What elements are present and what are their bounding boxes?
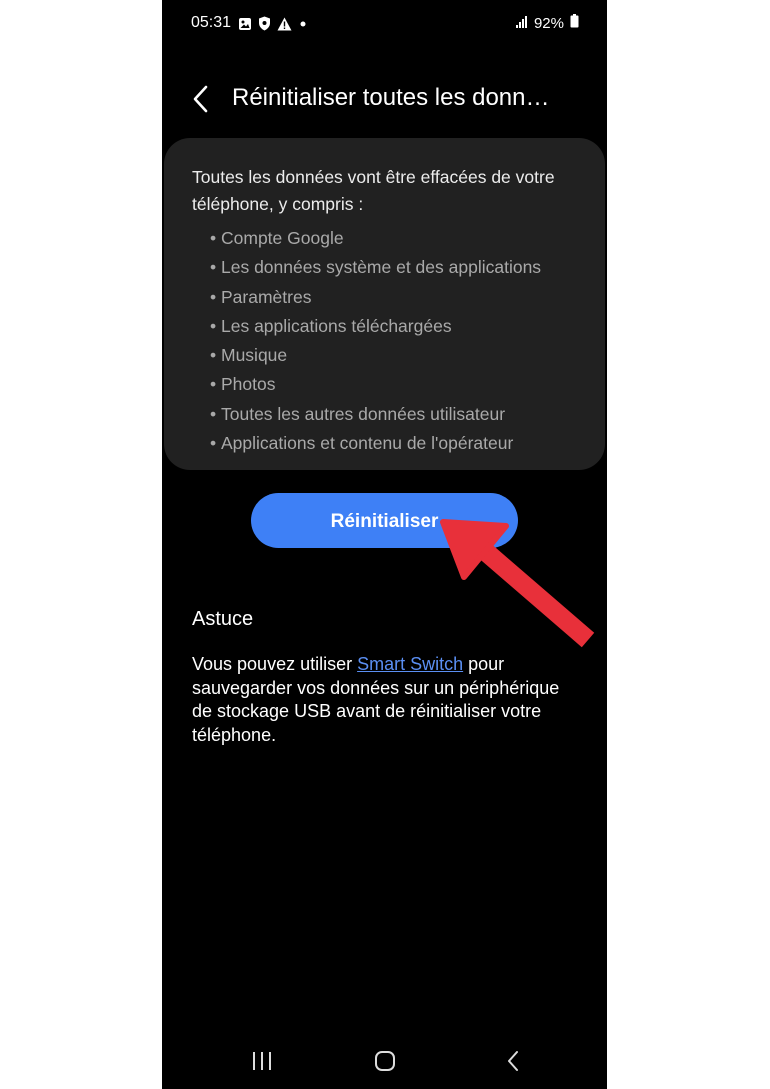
smart-switch-link[interactable]: Smart Switch <box>357 654 463 674</box>
info-card: Toutes les données vont être effacées de… <box>164 138 605 470</box>
tip-title: Astuce <box>192 608 254 630</box>
status-icons-left <box>238 16 308 36</box>
back-icon[interactable] <box>502 1049 526 1078</box>
signal-icon <box>515 15 528 32</box>
list-item: • Applications et contenu de l'opérateur <box>210 433 514 454</box>
tip-body: Vous pouvez utiliser Smart Switch pour s… <box>192 653 582 747</box>
phone-screen: 05:31 92% Réinitialiser toutes les donn…… <box>162 0 607 1089</box>
card-intro: Toutes les données vont être effacées de… <box>192 167 555 214</box>
reset-button[interactable]: Réinitialiser <box>251 493 518 548</box>
status-icons-right: 92% <box>515 14 579 32</box>
list-item: • Compte Google <box>210 228 344 248</box>
warning-icon <box>277 17 292 36</box>
battery-percent: 92% <box>533 14 564 32</box>
dot-icon <box>298 17 308 36</box>
recents-icon[interactable] <box>250 1049 274 1078</box>
back-button[interactable] <box>186 82 216 116</box>
list-item: • Paramètres <box>210 286 312 307</box>
list-item: • Musique <box>210 345 288 366</box>
chevron-left-icon <box>186 85 216 120</box>
battery-icon <box>570 14 579 32</box>
home-icon[interactable] <box>373 1049 397 1078</box>
shield-icon <box>258 16 271 36</box>
header: Réinitialiser toutes les donn… <box>162 70 607 130</box>
page-title: Réinitialiser toutes les donn… <box>232 84 550 111</box>
tip-text-before: Vous pouvez utiliser <box>192 654 358 674</box>
list-item: • Toutes les autres données utilisateur <box>210 403 506 424</box>
list-item: • Photos <box>210 374 276 395</box>
nav-bar <box>162 1035 607 1089</box>
image-icon <box>238 17 252 36</box>
status-time: 05:31 <box>191 14 232 31</box>
list-item: • Les données système et des applications <box>210 257 542 278</box>
card-list: • Compte Google • Les données système et d… <box>210 224 541 458</box>
status-bar: 05:31 92% <box>162 0 607 48</box>
list-item: • Les applications téléchargées <box>210 315 452 336</box>
